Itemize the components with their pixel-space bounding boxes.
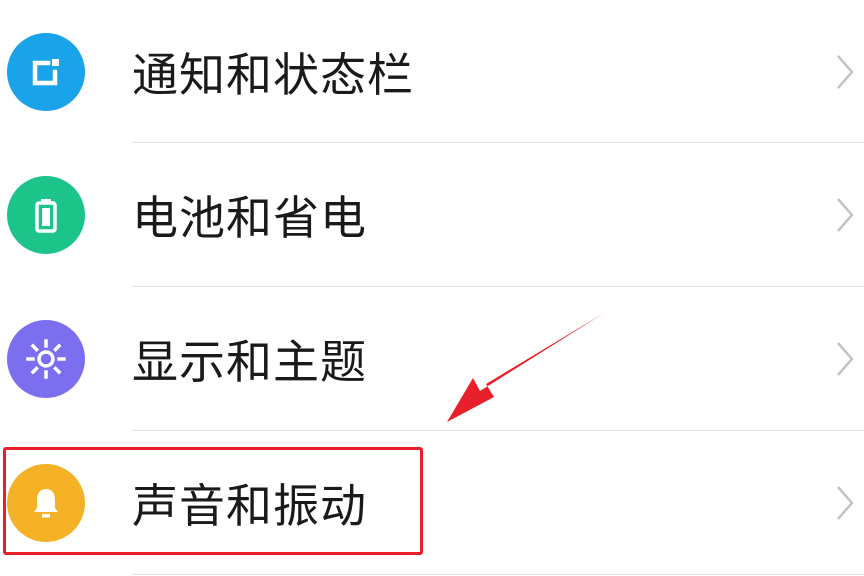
settings-item-display[interactable]: 显示和主题 [0, 287, 864, 430]
bell-icon [7, 463, 85, 542]
chevron-right-icon [837, 197, 854, 232]
battery-icon [7, 175, 85, 254]
notification-icon [7, 32, 85, 111]
settings-item-battery[interactable]: 电池和省电 [0, 143, 864, 286]
chevron-right-icon [837, 341, 854, 376]
settings-item-notifications[interactable]: 通知和状态栏 [0, 0, 864, 143]
settings-item-sound[interactable]: 声音和振动 [0, 431, 864, 574]
settings-item-label: 声音和振动 [132, 478, 367, 533]
settings-item-label: 显示和主题 [132, 334, 367, 389]
divider [132, 574, 864, 575]
settings-item-label: 通知和状态栏 [132, 47, 414, 102]
chevron-right-icon [837, 54, 854, 89]
chevron-right-icon [837, 485, 854, 520]
settings-item-label: 电池和省电 [132, 190, 367, 245]
settings-list: 通知和状态栏 电池和省电 显示和主题 声音和振动 [0, 0, 864, 576]
brightness-icon [7, 319, 85, 398]
